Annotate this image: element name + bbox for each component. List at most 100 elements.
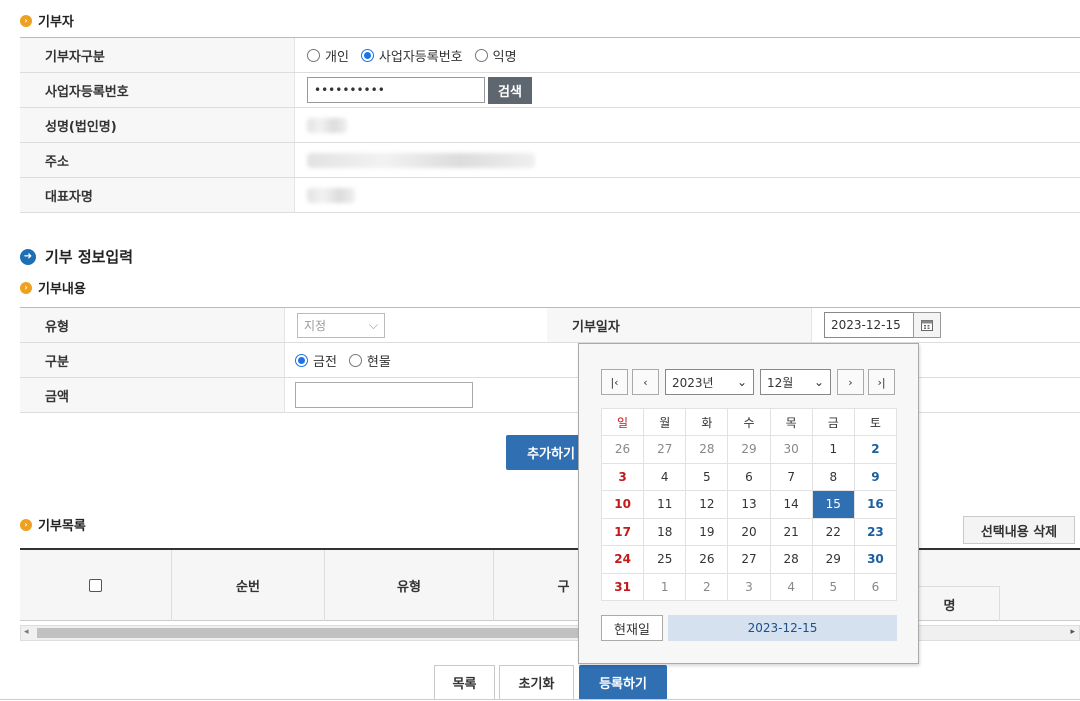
radio-goods[interactable]: 현물 (348, 351, 391, 370)
search-button[interactable]: 검색 (488, 76, 532, 104)
donation-date-input[interactable]: 2023-12-15 (824, 312, 914, 338)
calendar-day[interactable]: 11 (643, 490, 687, 519)
calendar-day[interactable]: 20 (727, 517, 771, 546)
year-select-value: 2023년 (672, 375, 714, 390)
calendar-day[interactable]: 15 (811, 490, 855, 519)
calendar-day[interactable]: 12 (685, 490, 729, 519)
year-select[interactable]: 2023년 ⌄ (665, 369, 754, 395)
donation-content-title: 기부내용 (38, 282, 86, 297)
radio-circle[interactable] (307, 48, 320, 62)
calendar-week-row: 17 18 19 20 21 22 23 (600, 517, 898, 546)
name-label: 성명(법인명) (20, 108, 295, 142)
calendar-day[interactable]: 14 (769, 490, 813, 519)
select-all-checkbox[interactable] (89, 579, 102, 592)
chevron-down-icon: ⌵ (368, 317, 378, 332)
calendar-icon[interactable] (913, 312, 941, 338)
calendar-day[interactable]: 29 (727, 435, 771, 464)
calendar-day[interactable]: 25 (643, 545, 687, 574)
calendar-day[interactable]: 29 (811, 545, 855, 574)
ceo-label: 대표자명 (20, 178, 295, 212)
next-month-icon[interactable]: › (837, 369, 864, 395)
weekday-wed: 수 (727, 408, 771, 436)
calendar-day[interactable]: 7 (769, 462, 813, 491)
radio-individual[interactable]: 개인 (307, 46, 349, 65)
calendar-day[interactable]: 17 (600, 517, 645, 546)
calendar-day[interactable]: 8 (811, 462, 855, 491)
last-page-icon[interactable]: ›| (868, 369, 895, 395)
calendar-day[interactable]: 9 (853, 462, 898, 491)
donation-type-select-value: 지정 (304, 318, 327, 333)
calendar-day[interactable]: 2 (853, 435, 898, 464)
chevron-right-icon: › (20, 14, 32, 27)
calendar-day[interactable]: 6 (727, 462, 771, 491)
calendar-day[interactable]: 16 (853, 490, 898, 519)
radio-circle[interactable] (295, 353, 308, 367)
calendar-day[interactable]: 6 (853, 572, 898, 601)
calendar-day[interactable]: 4 (643, 462, 687, 491)
calendar-day[interactable]: 27 (643, 435, 687, 464)
calendar-day[interactable]: 13 (727, 490, 771, 519)
calendar-day[interactable]: 24 (600, 545, 645, 574)
calendar-day[interactable]: 30 (853, 545, 898, 574)
calendar-day[interactable]: 1 (643, 572, 687, 601)
donation-type-select[interactable]: 지정 ⌵ (297, 312, 385, 338)
bizno-input[interactable]: •••••••••• (307, 77, 485, 103)
calendar-day[interactable]: 18 (643, 517, 687, 546)
donor-section-title: 기부자 (38, 15, 74, 30)
radio-money[interactable]: 금전 (295, 351, 337, 370)
month-select[interactable]: 12월 ⌄ (760, 369, 831, 395)
amount-row: 금액 (20, 378, 1080, 413)
delete-selected-button[interactable]: 선택내용 삭제 (963, 516, 1075, 544)
calendar-day[interactable]: 28 (769, 545, 813, 574)
donation-kind-row: 구분 금전 현물 (20, 343, 1080, 378)
redacted-name (307, 117, 347, 133)
scroll-right-icon[interactable]: ▸ (1070, 627, 1075, 637)
calendar-week-row: 3456789 (600, 462, 898, 491)
radio-anonymous[interactable]: 익명 (474, 46, 517, 65)
today-button[interactable]: 현재일 (601, 615, 663, 641)
donor-type-row: 기부자구분 개인 사업자등록번호 익명 (20, 38, 1080, 73)
calendar-day[interactable]: 23 (853, 517, 898, 546)
calendar-day[interactable]: 19 (685, 517, 729, 546)
bizno-row: 사업자등록번호 •••••••••• 검색 (20, 73, 1080, 108)
donation-list-header: › 기부목록 (20, 515, 86, 534)
calendar-day[interactable]: 10 (600, 490, 645, 519)
calendar-day[interactable]: 26 (685, 545, 729, 574)
list-button[interactable]: 목록 (434, 665, 495, 700)
weekday-fri: 금 (811, 408, 855, 436)
calendar-day[interactable]: 4 (769, 572, 813, 601)
radio-circle[interactable] (360, 48, 374, 62)
reset-button[interactable]: 초기화 (499, 665, 574, 700)
horizontal-scrollbar[interactable]: ◂ ▸ (20, 625, 1080, 641)
calendar-day[interactable]: 5 (685, 462, 729, 491)
today-date-label[interactable]: 2023-12-15 (668, 615, 897, 641)
weekday-mon: 월 (643, 408, 687, 436)
radio-business[interactable]: 사업자등록번호 (360, 46, 463, 65)
calendar-day[interactable]: 2 (685, 572, 729, 601)
calendar-day[interactable]: 30 (769, 435, 813, 464)
donation-kind-label: 구분 (20, 343, 285, 377)
prev-month-icon[interactable]: ‹ (632, 369, 659, 395)
radio-business-label: 사업자등록번호 (378, 49, 463, 65)
chevron-down-icon: ⌄ (813, 375, 824, 389)
radio-goods-label: 현물 (366, 354, 391, 370)
calendar-day[interactable]: 27 (727, 545, 771, 574)
calendar-day[interactable]: 31 (600, 572, 645, 601)
radio-circle[interactable] (474, 48, 488, 62)
first-page-icon[interactable]: |‹ (601, 369, 628, 395)
radio-circle[interactable] (348, 353, 362, 367)
register-button[interactable]: 등록하기 (579, 665, 667, 700)
calendar-day[interactable]: 3 (727, 572, 771, 601)
scroll-left-icon[interactable]: ◂ (24, 627, 29, 637)
calendar-day[interactable]: 5 (811, 572, 855, 601)
calendar-day[interactable]: 21 (769, 517, 813, 546)
donation-content-header: › 기부내용 (20, 278, 86, 297)
weekday-tue: 화 (685, 408, 729, 436)
amount-input[interactable] (295, 382, 473, 408)
calendar-day[interactable]: 3 (600, 462, 645, 491)
calendar-day[interactable]: 26 (600, 435, 645, 464)
calendar-day[interactable]: 1 (811, 435, 855, 464)
donation-type-row: 유형 지정 ⌵ 기부일자 2023-12-15 (20, 308, 1080, 343)
calendar-day[interactable]: 22 (811, 517, 855, 546)
calendar-day[interactable]: 28 (685, 435, 729, 464)
